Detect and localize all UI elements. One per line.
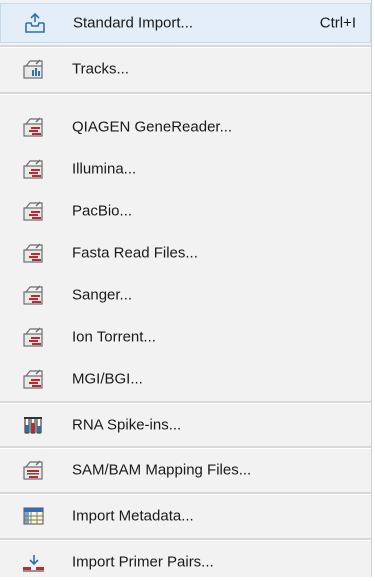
rna-spike-ins-icon (22, 414, 46, 436)
menu-item-fasta-read-files[interactable]: Fasta Read Files... (0, 234, 371, 272)
menu-item-mgi-bgi[interactable]: MGI/BGI... (0, 360, 371, 398)
menu-separator (0, 492, 371, 495)
reads-import-icon (22, 326, 46, 348)
reads-import-icon (22, 116, 46, 138)
standard-import-icon (23, 12, 47, 34)
menu-item-label: Import Metadata... (72, 507, 194, 525)
menu-item-tracks[interactable]: Tracks... (0, 50, 371, 88)
reads-import-icon (22, 284, 46, 306)
shortcut-label: Ctrl+I (319, 14, 356, 32)
menu-item-label: RNA Spike-ins... (72, 416, 182, 434)
menu-item-label: Ion Torrent... (72, 328, 156, 346)
menu-item-standard-import[interactable]: Standard Import... Ctrl+I (0, 3, 371, 43)
menu-item-sanger[interactable]: Sanger... (0, 276, 371, 314)
import-menu: Standard Import... Ctrl+I Tracks... QIAG… (0, 0, 372, 577)
menu-item-qiagen-genereader[interactable]: QIAGEN GeneReader... (0, 108, 371, 146)
menu-item-label: SAM/BAM Mapping Files... (72, 461, 252, 479)
menu-item-label: Fasta Read Files... (72, 244, 198, 262)
menu-item-label: Import Primer Pairs... (72, 553, 214, 571)
menu-item-rna-spike-ins[interactable]: RNA Spike-ins... (0, 406, 371, 444)
menu-separator (0, 92, 371, 95)
menu-item-illumina[interactable]: Illumina... (0, 150, 371, 188)
reads-import-icon (22, 200, 46, 222)
menu-item-import-primer-pairs[interactable]: Import Primer Pairs... (0, 543, 371, 581)
menu-separator (0, 446, 371, 449)
menu-item-pacbio[interactable]: PacBio... (0, 192, 371, 230)
menu-item-import-metadata[interactable]: Import Metadata... (0, 497, 371, 535)
menu-item-label: Illumina... (72, 160, 137, 178)
menu-separator (0, 538, 371, 541)
menu-separator (0, 401, 371, 404)
tracks-import-icon (22, 58, 46, 80)
mapping-import-icon (22, 459, 46, 481)
menu-item-sam-bam-mapping-files[interactable]: SAM/BAM Mapping Files... (0, 451, 371, 489)
menu-item-label: PacBio... (72, 202, 133, 220)
menu-separator (0, 45, 371, 48)
metadata-import-icon (22, 505, 46, 527)
reads-import-icon (22, 368, 46, 390)
menu-item-ion-torrent[interactable]: Ion Torrent... (0, 318, 371, 356)
menu-item-label: QIAGEN GeneReader... (72, 118, 233, 136)
menu-item-label: Tracks... (72, 60, 129, 78)
reads-import-icon (22, 242, 46, 264)
menu-item-label: Sanger... (72, 286, 133, 304)
menu-item-label: MGI/BGI... (72, 370, 143, 388)
primer-pairs-import-icon (22, 551, 46, 573)
menu-item-label: Standard Import... (73, 14, 194, 32)
reads-import-icon (22, 158, 46, 180)
